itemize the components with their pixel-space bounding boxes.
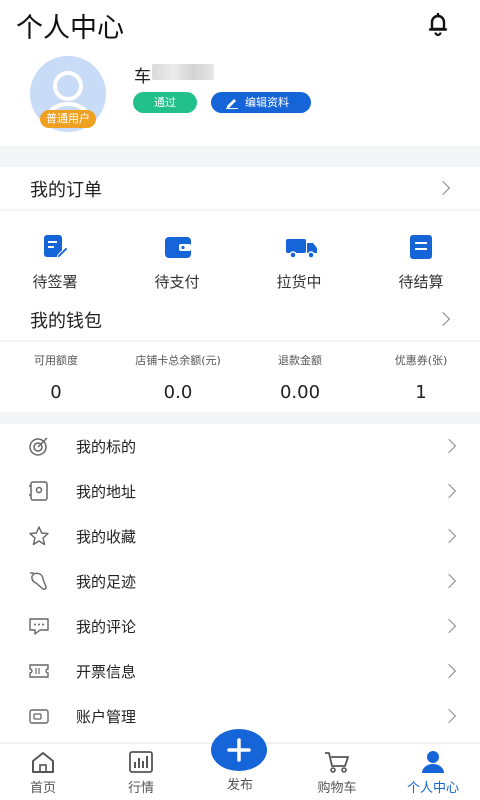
- menu-item-label: 开票信息: [76, 663, 137, 681]
- bell-icon[interactable]: [424, 10, 452, 38]
- menu-item-label: 我的收藏: [76, 528, 137, 546]
- chevron-right-icon: [441, 573, 457, 589]
- wallet-stat-label: 店铺卡总余额(元): [135, 354, 221, 367]
- wallet-stats: 可用额度 0 店铺卡总余额(元) 0.0 退款金额 0.00 优惠券(张) 1: [0, 342, 480, 412]
- wallet-stat-value: 0: [50, 382, 62, 403]
- edit-profile-button[interactable]: 编辑资料: [211, 92, 311, 113]
- chevron-right-icon: [435, 311, 451, 327]
- chevron-right-icon: [441, 708, 457, 724]
- comment-icon: [29, 618, 49, 635]
- nav-home[interactable]: 首页: [3, 750, 83, 796]
- wallet-stat-value: 1: [415, 382, 427, 403]
- menu-item-label: 我的足迹: [76, 573, 137, 591]
- menu-item-my-favorites[interactable]: 我的收藏: [0, 514, 480, 559]
- page-title: 个人中心: [16, 13, 124, 44]
- menu-item-invoice-info[interactable]: 开票信息: [0, 649, 480, 694]
- person-icon: [422, 751, 444, 773]
- menu-item-my-comments[interactable]: 我的评论: [0, 604, 480, 649]
- username-redacted: [152, 64, 214, 80]
- menu-item-my-targets[interactable]: 我的标的: [0, 424, 480, 469]
- target-icon: [29, 437, 48, 456]
- wallet-stat-label: 退款金额: [278, 354, 322, 367]
- orders-header[interactable]: 我的订单: [0, 167, 480, 209]
- wallet-stat-value: 0.00: [279, 382, 321, 403]
- nav-label: 个人中心: [406, 781, 459, 796]
- cart-icon: [325, 752, 349, 773]
- chevron-right-icon: [441, 483, 457, 499]
- chevron-right-icon: [441, 618, 457, 634]
- top-bar: 个人中心: [0, 0, 480, 50]
- account-icon: [29, 709, 49, 724]
- order-item-label: 待签署: [32, 273, 78, 291]
- wallet-stat-value: 0.0: [163, 382, 193, 403]
- nav-label: 首页: [29, 781, 56, 796]
- address-icon: [29, 481, 48, 501]
- publish-button[interactable]: [211, 729, 267, 771]
- wallet-title: 我的钱包: [30, 311, 102, 332]
- home-icon: [32, 752, 54, 773]
- plus-icon: [227, 738, 251, 762]
- edit-profile-label: 编辑资料: [245, 96, 289, 109]
- user-type-badge: 普通用户: [40, 110, 96, 128]
- order-item-label: 待结算: [398, 273, 444, 291]
- wallet-refund-amount[interactable]: 退款金额 0.00: [240, 352, 360, 403]
- menu-item-my-address[interactable]: 我的地址: [0, 469, 480, 514]
- settlement-icon: [410, 235, 432, 259]
- nav-cart[interactable]: 购物车: [297, 750, 377, 796]
- market-chart-icon: [129, 751, 153, 773]
- orders-grid: 待签署 待支付 拉货中 待结算: [0, 211, 480, 301]
- order-item-label: 拉货中: [276, 273, 322, 291]
- publish-label: 发布: [226, 778, 253, 793]
- nav-market[interactable]: 行情: [101, 750, 181, 796]
- sign-doc-icon: [44, 235, 69, 259]
- nav-label: 购物车: [317, 781, 357, 796]
- nav-label: 行情: [127, 781, 154, 796]
- menu-item-label: 我的地址: [76, 483, 137, 501]
- chevron-right-icon: [441, 438, 457, 454]
- menu-item-my-footprints[interactable]: 我的足迹: [0, 559, 480, 604]
- wallet-header[interactable]: 我的钱包: [0, 300, 480, 340]
- menu-item-label: 账户管理: [76, 708, 137, 726]
- invoice-icon: [29, 664, 49, 678]
- nav-profile[interactable]: 个人中心: [393, 750, 473, 796]
- username: 车: [134, 67, 151, 87]
- wallet-store-card-balance[interactable]: 店铺卡总余额(元) 0.0: [118, 352, 238, 403]
- footprint-icon: [30, 572, 47, 590]
- truck-icon: [286, 239, 317, 259]
- chevron-right-icon: [435, 180, 451, 196]
- verification-status-badge: 通过: [133, 92, 197, 113]
- pencil-icon: [226, 99, 238, 109]
- wallet-coupons[interactable]: 优惠券(张) 1: [361, 352, 480, 403]
- orders-title: 我的订单: [30, 180, 102, 201]
- chevron-right-icon: [441, 663, 457, 679]
- menu-item-label: 我的评论: [76, 618, 137, 636]
- wallet-stat-label: 优惠券(张): [394, 354, 448, 367]
- star-icon: [29, 526, 49, 546]
- wallet-icon: [165, 237, 191, 258]
- wallet-available-credit[interactable]: 可用额度 0: [0, 352, 116, 403]
- chevron-right-icon: [441, 528, 457, 544]
- wallet-stat-label: 可用额度: [34, 354, 78, 367]
- order-item-label: 待支付: [154, 273, 200, 291]
- menu-item-label: 我的标的: [76, 438, 137, 456]
